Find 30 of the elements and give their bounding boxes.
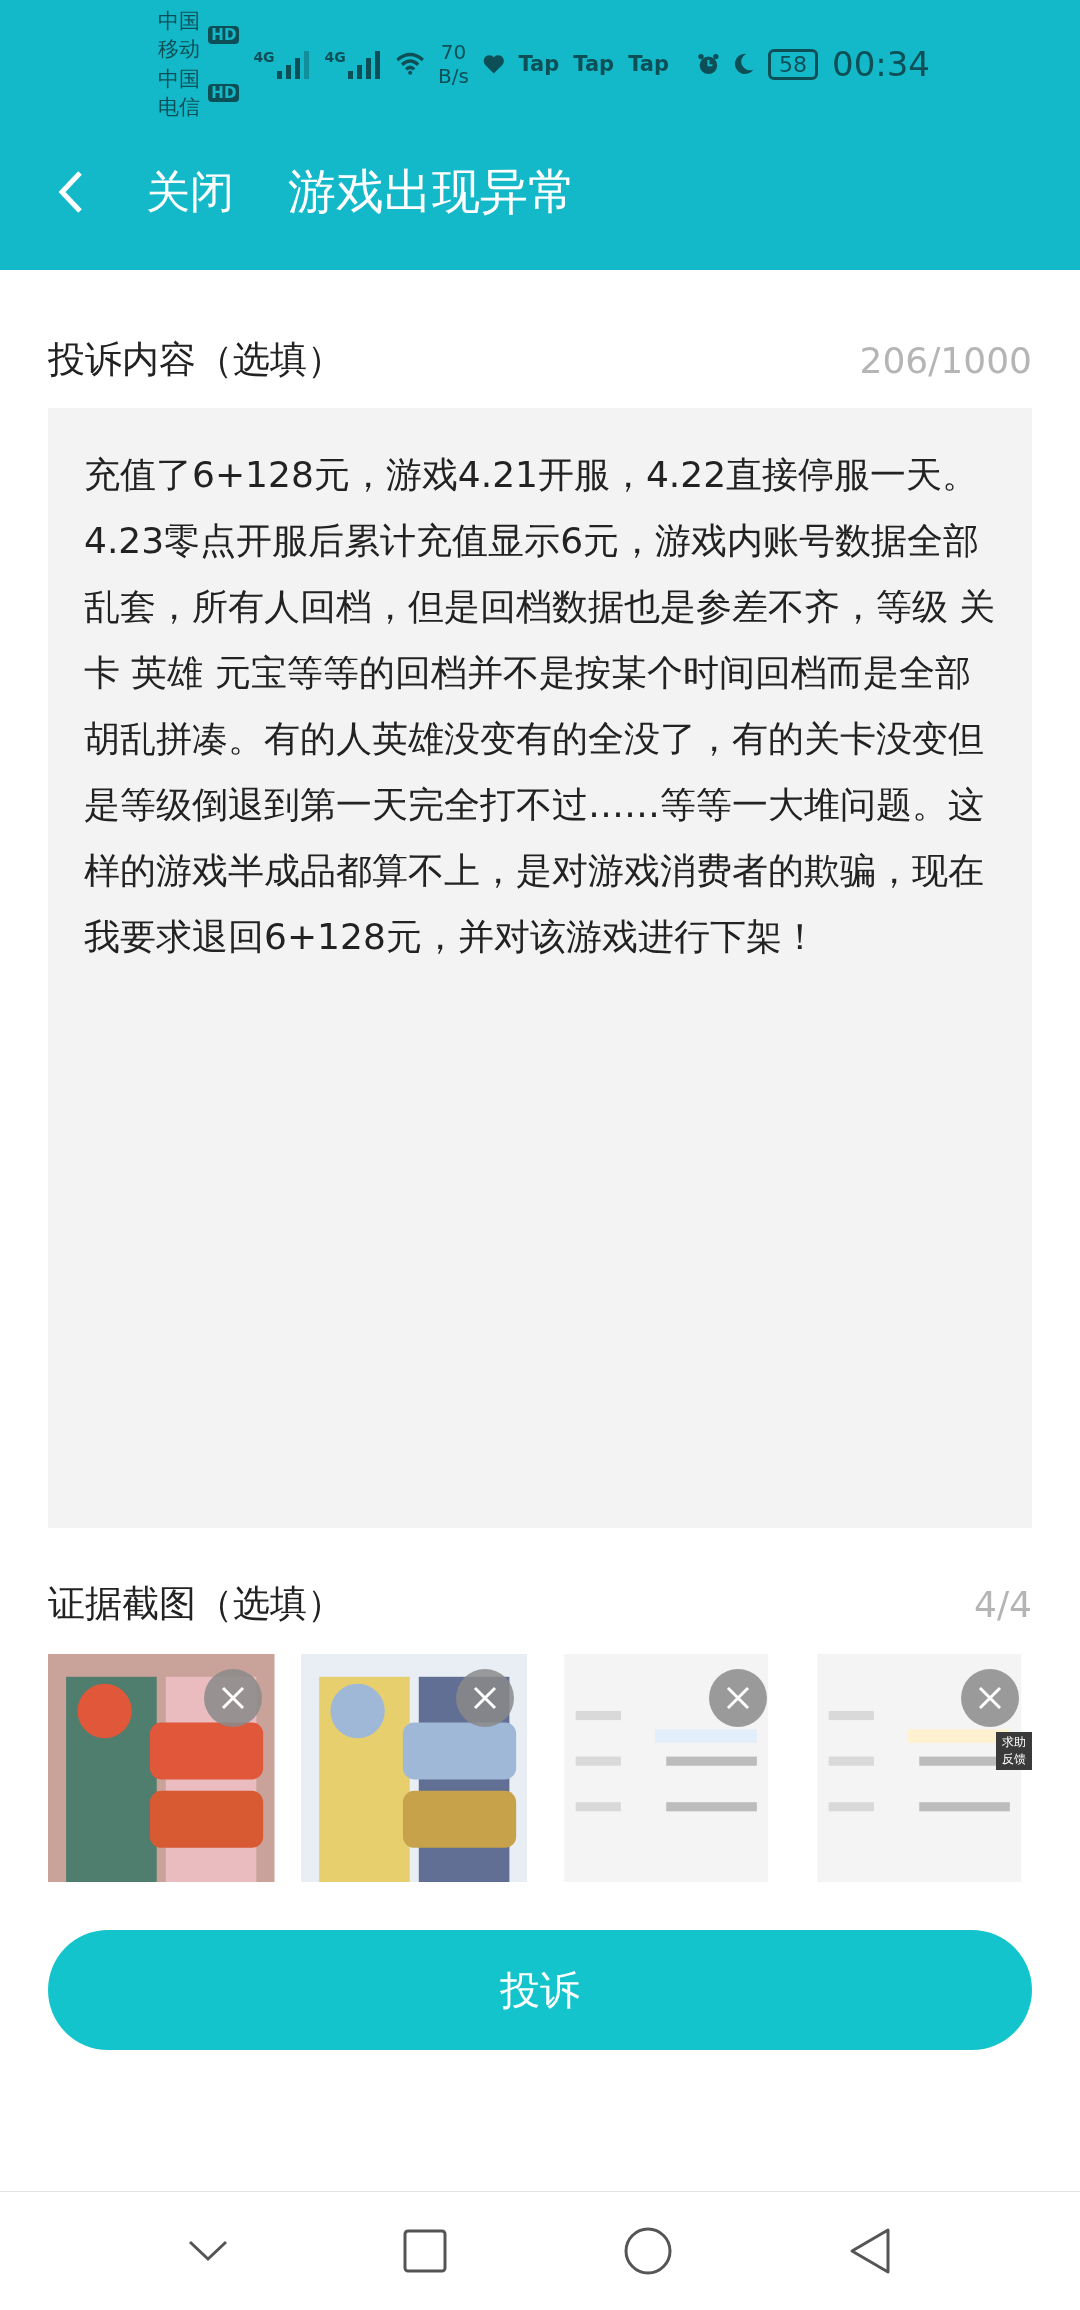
network-type: 4G [324,49,346,65]
carrier-name: 中国移动 [158,8,201,63]
chevron-down-icon[interactable] [187,2239,228,2263]
app-notification: Tap [573,52,615,76]
remove-icon[interactable] [455,1668,515,1728]
network-type: 4G [253,49,275,65]
signal-icon [347,49,382,79]
clock-time: 00:34 [832,44,930,84]
speed-value: 70 [440,40,467,64]
image-counter: 4/4 [974,1583,1032,1625]
complaint-field[interactable]: 充值了6+128元，游戏4.21开服，4.22直接停服一天。4.23零点开服后累计充值显示6元，游戏内账号数据全部乱套，所有人回档，但是回档数据也是参差不齐，等级 关卡 英雄 元宝等等的回档并不是按某个时间回档而是全部胡乱拼凑。有的人英雄没变有的全没了，有的关卡没变但是等级倒退到第一天完全打不过……等等一大堆问题。这样的游戏半成品都算不上，是对游戏消费者的欺骗，现在我要求退回6+128元，并对该游戏进行下架！ [48,408,1032,1528]
back-triangle-icon[interactable] [848,2227,893,2275]
home-icon[interactable] [622,2226,673,2276]
remove-icon[interactable] [960,1668,1020,1728]
app-notification: Tap [628,52,669,76]
remove-icon[interactable] [707,1668,768,1728]
recents-icon[interactable] [403,2229,448,2273]
battery-level: 58 [779,51,807,77]
section-label: 投诉内容（选填） [48,337,344,383]
help-feedback-button[interactable]: 求助 反馈 [996,1732,1032,1770]
signal-icon [276,49,311,79]
remove-icon[interactable] [202,1668,263,1728]
hd-badge: HD [208,84,240,102]
app-notification: Tap [518,52,560,76]
char-counter: 206/1000 [859,339,1032,381]
speed-unit: B/s [438,64,469,88]
hd-badge: HD [208,26,240,44]
carrier-name: 中国电信 [158,66,201,121]
section-label: 证据截图（选填） [48,1581,344,1627]
page-title: 游戏出现异常 [288,162,576,221]
